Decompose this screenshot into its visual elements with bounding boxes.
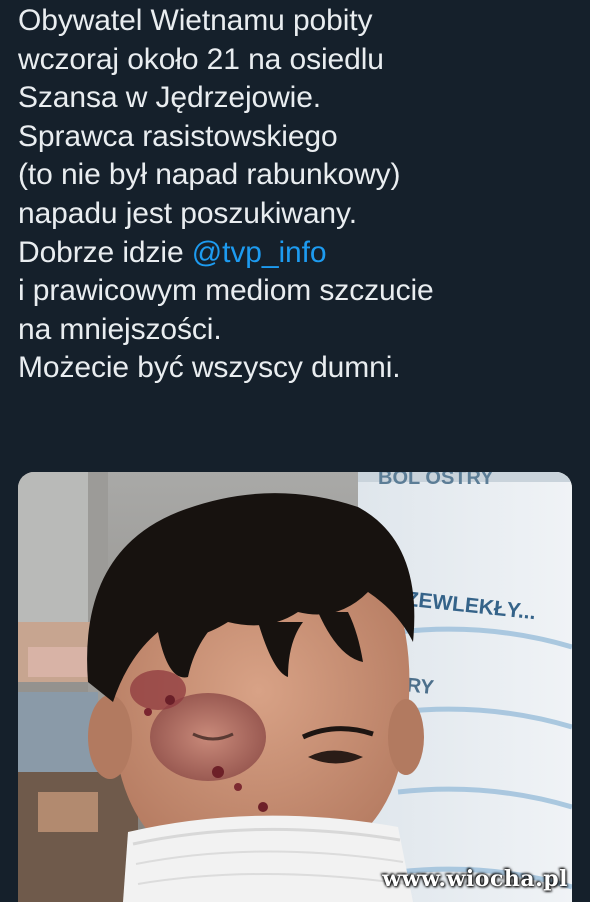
board-text-top: BÓL OSTRY [378,472,494,489]
tweet-line-with-mention: Dobrze idzie @tvp_info [18,234,578,273]
tweet-line: napadu jest poszukiwany. [18,196,357,230]
tweet-text: Obywatel Wietnamu pobity wczoraj około 2… [18,2,578,388]
photo-illustration: BÓL OSTRY RZEWLEKŁY... TRY [18,472,572,902]
tweet-line: na mniejszości. [18,312,222,346]
tweet-line: (to nie był napad rabunkowy) [18,158,401,192]
tweet-line: Szansa w Jędrzejowie. [18,81,322,115]
tweet-line: Sprawca rasistowskiego [18,119,338,153]
tweet-photo[interactable]: BÓL OSTRY RZEWLEKŁY... TRY [18,472,572,902]
mention-link[interactable]: @tvp_info [192,236,327,269]
tweet-line: wczoraj około 21 na osiedlu [18,42,384,76]
tweet-line: Obywatel Wietnamu pobity [18,4,373,37]
watermark: www.wiocha.pl [382,866,568,892]
tweet-text-fragment: Dobrze idzie [18,235,192,269]
tweet-line: i prawicowym mediom szczucie [18,274,434,308]
tweet-line: Możecie być wszyscy dumni. [18,351,401,385]
